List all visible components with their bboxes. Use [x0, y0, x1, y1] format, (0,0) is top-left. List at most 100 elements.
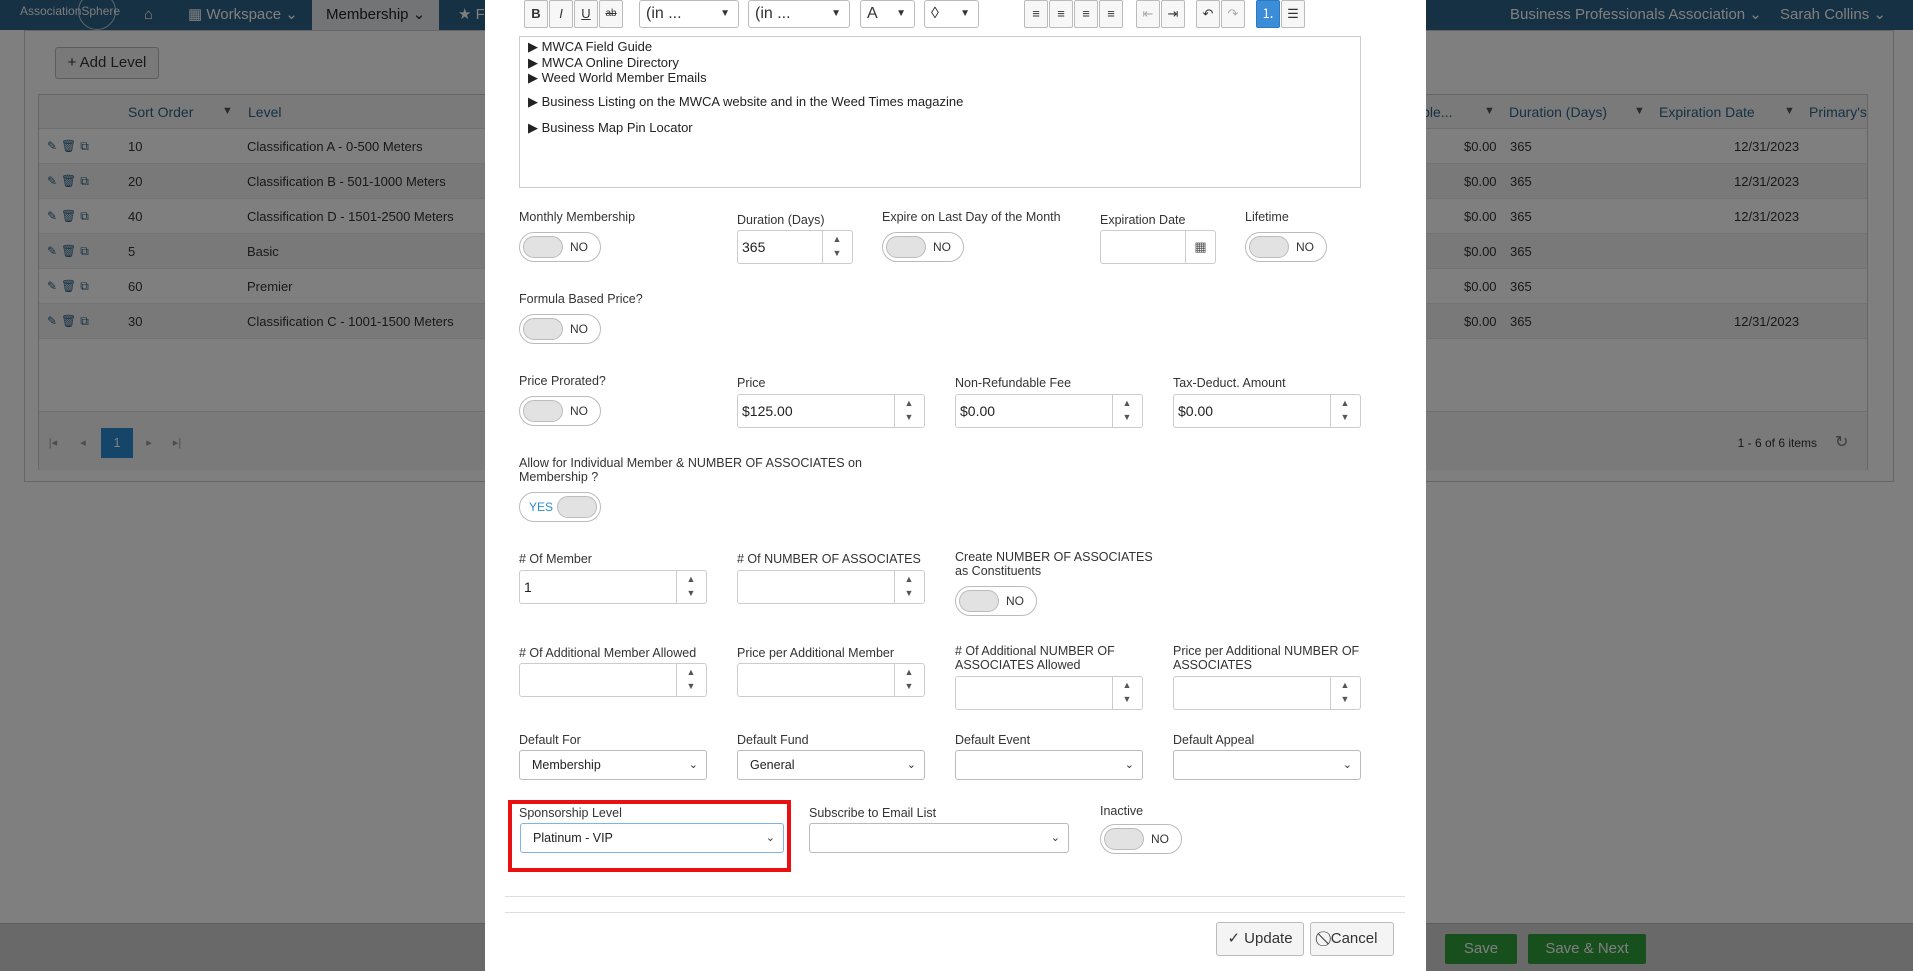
undo-icon[interactable]: ↶ [1196, 0, 1220, 28]
spinner-down-icon[interactable]: ▼ [823, 248, 851, 258]
spinner[interactable]: ▲ ▼ [894, 571, 924, 603]
spinner[interactable]: ▲ ▼ [676, 571, 706, 603]
toggle-text: NO [933, 240, 951, 254]
tax-deduct-label: Tax-Deduct. Amount [1173, 376, 1286, 390]
spinner[interactable]: ▲ ▼ [822, 231, 852, 263]
ordered-list-icon[interactable]: ⒈ [1256, 0, 1280, 28]
spinner-down-icon[interactable]: ▼ [895, 681, 923, 691]
spinner-down-icon[interactable]: ▼ [895, 412, 923, 422]
bold-button[interactable]: B [524, 0, 548, 28]
spinner-up-icon[interactable]: ▲ [1331, 398, 1359, 408]
default-fund-label: Default Fund [737, 733, 809, 747]
font-color-select[interactable]: A ▼ [860, 0, 915, 28]
non-refundable-input[interactable]: $0.00 ▲ ▼ [955, 394, 1143, 428]
spinner-up-icon[interactable]: ▲ [895, 574, 923, 584]
toggle-text: NO [570, 322, 588, 336]
spinner[interactable]: ▲ ▼ [1330, 395, 1360, 427]
chevron-down-icon: ▼ [720, 8, 730, 19]
divider [505, 896, 1405, 897]
price-additional-member-label: Price per Additional Member [737, 646, 895, 660]
default-event-select[interactable]: ⌄ [955, 750, 1143, 780]
chevron-down-icon: ⌄ [1050, 832, 1060, 844]
monthly-membership-toggle[interactable]: NO [519, 232, 601, 262]
toggle-knob [523, 236, 563, 258]
allow-individual-label: Allow for Individual Member & NUMBER OF … [519, 456, 862, 484]
spinner-up-icon[interactable]: ▲ [1113, 398, 1141, 408]
additional-associates-input[interactable]: ▲ ▼ [955, 676, 1143, 710]
spinner[interactable]: ▲ ▼ [1112, 395, 1142, 427]
chevron-down-icon: ▼ [960, 8, 970, 19]
italic-button[interactable]: I [549, 0, 573, 28]
spinner-up-icon[interactable]: ▲ [823, 234, 851, 244]
spinner-up-icon[interactable]: ▲ [1331, 680, 1359, 690]
spinner[interactable]: ▲ ▼ [1330, 677, 1360, 709]
toggle-text: NO [570, 404, 588, 418]
spinner[interactable]: ▲ ▼ [1112, 677, 1142, 709]
spinner-down-icon[interactable]: ▼ [895, 588, 923, 598]
font-size-select[interactable]: (in ... ▼ [748, 0, 850, 28]
font-size-value: (in ... [755, 5, 791, 22]
calendar-icon[interactable]: ▦ [1185, 231, 1215, 263]
spinner-up-icon[interactable]: ▲ [677, 667, 705, 677]
price-prorated-toggle[interactable]: NO [519, 396, 601, 426]
subscribe-email-select[interactable]: ⌄ [809, 823, 1069, 853]
unordered-list-icon[interactable]: ☰ [1281, 0, 1305, 28]
align-right-icon[interactable]: ≡ [1074, 0, 1098, 28]
create-associates-toggle[interactable]: NO [955, 586, 1037, 616]
spinner-up-icon[interactable]: ▲ [1113, 680, 1141, 690]
tax-deduct-input[interactable]: $0.00 ▲ ▼ [1173, 394, 1361, 428]
expire-last-day-toggle[interactable]: NO [882, 232, 964, 262]
spinner[interactable]: ▲ ▼ [894, 395, 924, 427]
spinner-down-icon[interactable]: ▼ [1331, 412, 1359, 422]
price-input[interactable]: $125.00 ▲ ▼ [737, 394, 925, 428]
spinner-up-icon[interactable]: ▲ [895, 398, 923, 408]
spinner-down-icon[interactable]: ▼ [1113, 412, 1141, 422]
spinner-down-icon[interactable]: ▼ [677, 681, 705, 691]
indent-icon[interactable]: ⇥ [1161, 0, 1185, 28]
strikethrough-button[interactable]: ab [599, 0, 623, 28]
spinner-up-icon[interactable]: ▲ [895, 667, 923, 677]
default-appeal-label: Default Appeal [1173, 733, 1255, 747]
editor-line: ▶ MWCA Field Guide [528, 39, 653, 54]
num-member-label: # Of Member [519, 552, 592, 566]
underline-button[interactable]: U [574, 0, 598, 28]
editor-line: ▶ Business Listing on the MWCA website a… [528, 94, 964, 109]
inactive-toggle[interactable]: NO [1100, 824, 1182, 854]
default-appeal-select[interactable]: ⌄ [1173, 750, 1361, 780]
expiration-date-input[interactable]: ▦ [1100, 230, 1216, 264]
price-value: $125.00 [742, 403, 793, 419]
num-associates-input[interactable]: ▲ ▼ [737, 570, 925, 604]
toggle-knob [1249, 236, 1289, 258]
rich-text-editor[interactable]: ▶ MWCA Field Guide ▶ MWCA Online Directo… [519, 36, 1361, 188]
formula-price-toggle[interactable]: NO [519, 314, 601, 344]
update-button[interactable]: ✓ Update [1216, 922, 1304, 956]
spinner-down-icon[interactable]: ▼ [1331, 694, 1359, 704]
tax-deduct-value: $0.00 [1178, 403, 1214, 419]
price-additional-member-input[interactable]: ▲ ▼ [737, 663, 925, 697]
price-additional-associates-input[interactable]: ▲ ▼ [1173, 676, 1361, 710]
spinner[interactable]: ▲ ▼ [894, 664, 924, 696]
spinner[interactable]: ▲ ▼ [676, 664, 706, 696]
default-event-label: Default Event [955, 733, 1031, 747]
lifetime-toggle[interactable]: NO [1245, 232, 1327, 262]
default-for-select[interactable]: Membership ⌄ [519, 750, 707, 780]
font-name-select[interactable]: (in ... ▼ [639, 0, 739, 28]
duration-input[interactable]: 365 ▲ ▼ [737, 230, 853, 264]
background-color-icon: ◊ [931, 5, 939, 22]
spinner-down-icon[interactable]: ▼ [677, 588, 705, 598]
spinner-down-icon[interactable]: ▼ [1113, 694, 1141, 704]
align-justify-icon[interactable]: ≡ [1099, 0, 1123, 28]
allow-individual-toggle[interactable]: YES [519, 492, 601, 522]
toggle-knob [1104, 828, 1144, 850]
outdent-icon[interactable]: ⇤ [1136, 0, 1160, 28]
cancel-button[interactable]: ⃠ Cancel [1310, 922, 1394, 956]
align-left-icon[interactable]: ≡ [1024, 0, 1048, 28]
align-center-icon[interactable]: ≡ [1049, 0, 1073, 28]
default-fund-select[interactable]: General ⌄ [737, 750, 925, 780]
redo-icon[interactable]: ↷ [1221, 0, 1245, 28]
spinner-up-icon[interactable]: ▲ [677, 574, 705, 584]
non-refundable-value: $0.00 [960, 403, 996, 419]
num-member-input[interactable]: 1 ▲ ▼ [519, 570, 707, 604]
additional-member-input[interactable]: ▲ ▼ [519, 663, 707, 697]
background-color-select[interactable]: ◊ ▼ [924, 0, 979, 28]
